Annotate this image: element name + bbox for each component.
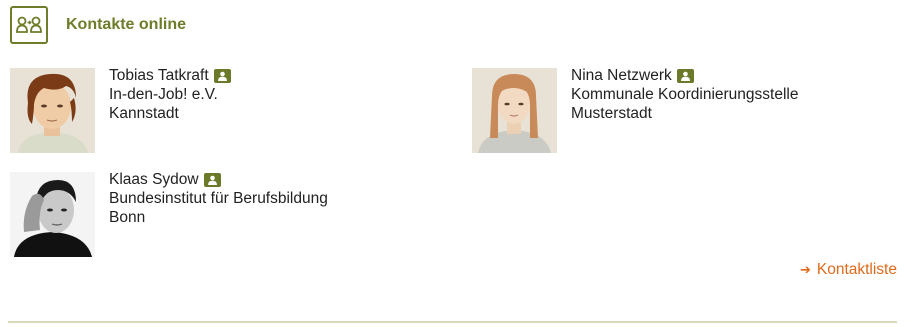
contact-name[interactable]: Klaas Sydow bbox=[109, 170, 199, 189]
contacts-group-icon bbox=[10, 6, 48, 44]
avatar[interactable] bbox=[472, 68, 557, 153]
contact-info: Klaas Sydow Bundesinstitut für Berufsbil… bbox=[109, 170, 328, 227]
contact-name[interactable]: Tobias Tatkraft bbox=[109, 66, 209, 85]
contact-list-link[interactable]: ➔ Kontaktliste bbox=[800, 261, 897, 279]
contact-item: Nina Netzwerk Kommunale Koordinierungsst… bbox=[472, 66, 798, 153]
profile-card-icon[interactable] bbox=[203, 172, 221, 187]
contact-organization: Bundesinstitut für Berufsbildung bbox=[109, 190, 328, 207]
widget-title: Kontakte online bbox=[66, 16, 187, 33]
contact-name[interactable]: Nina Netzwerk bbox=[571, 66, 672, 85]
contact-location: Kannstadt bbox=[109, 105, 179, 122]
contact-organization: Kommunale Koordinierungsstelle bbox=[571, 86, 799, 103]
widget-header: Kontakte online bbox=[10, 6, 186, 44]
contact-location: Musterstadt bbox=[571, 105, 652, 122]
contact-location: Bonn bbox=[109, 209, 146, 226]
avatar[interactable] bbox=[10, 68, 95, 153]
contact-item: Tobias Tatkraft In-den-Job! e.V. Kannsta… bbox=[10, 66, 231, 153]
contact-item: Klaas Sydow Bundesinstitut für Berufsbil… bbox=[10, 170, 328, 257]
arrow-right-icon: ➔ bbox=[799, 262, 811, 277]
avatar[interactable] bbox=[10, 172, 95, 257]
divider bbox=[8, 321, 897, 323]
contact-info: Nina Netzwerk Kommunale Koordinierungsst… bbox=[571, 66, 798, 123]
profile-card-icon[interactable] bbox=[213, 68, 231, 83]
contact-list-label: Kontaktliste bbox=[816, 261, 897, 278]
profile-card-icon[interactable] bbox=[676, 68, 694, 83]
contact-organization: In-den-Job! e.V. bbox=[109, 86, 218, 103]
contact-info: Tobias Tatkraft In-den-Job! e.V. Kannsta… bbox=[109, 66, 231, 123]
